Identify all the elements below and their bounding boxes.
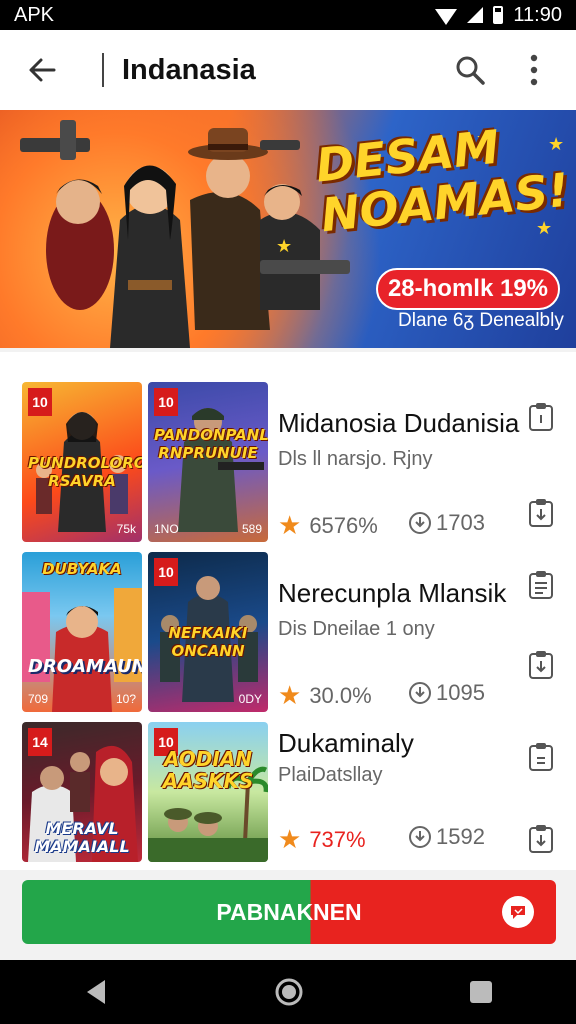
promo-banner[interactable]: ★ ★ ★ ★ DESAM NOAMAS! 28-homlk 19% Dlane… <box>0 110 576 348</box>
download-file-icon[interactable] <box>528 824 554 854</box>
primary-action-label: PABNAKNEN <box>216 898 362 925</box>
thumbnail-foot: 75k <box>116 522 136 536</box>
thumbnail-caption: MERAVL MAMAIALL <box>34 819 130 856</box>
rating-value: 737% <box>309 826 366 852</box>
thumbnail-caption: PANDONPANL RNPRUNUIE <box>154 426 268 462</box>
status-app-label: APK <box>14 3 55 26</box>
star-icon: ★ <box>278 824 302 854</box>
banner-characters-illustration <box>20 120 350 348</box>
banner-offer-pill[interactable]: 28-homlk 19% <box>376 268 560 310</box>
download-file-icon[interactable] <box>528 498 554 528</box>
item-count: 1703 <box>408 510 485 536</box>
download-count-icon <box>409 682 431 704</box>
item-title[interactable]: Nerecunpla Mlansik <box>278 578 506 609</box>
thumbnail-foot: 10? <box>115 692 136 706</box>
rating-badge: 10 <box>154 558 178 586</box>
info-clipboard-icon[interactable] <box>528 402 554 432</box>
thumbnail-foot: 709 <box>28 692 49 706</box>
count-value: 1592 <box>436 824 485 849</box>
item-rating: ★ 30.0% <box>278 680 372 711</box>
rating-badge: 14 <box>28 728 52 756</box>
item-subtitle: Dls ll narsjo. Rjny <box>278 448 433 470</box>
list-document-icon[interactable] <box>528 570 554 600</box>
battery-icon <box>493 6 504 24</box>
item-rating: ★ 6576% <box>278 510 378 541</box>
thumbnail-caption: AODIAN AASKKS <box>162 747 254 793</box>
game-thumbnail[interactable]: 10 PUNDROLORO RSAVRA 75k <box>22 382 142 542</box>
game-thumbnail[interactable]: 10 AODIAN AASKKS <box>148 722 268 862</box>
list-item[interactable]: DUBYAKA DROAMAUN 709 10? 10 NEFKAIKI ONCA… <box>0 552 576 716</box>
signal-icon <box>467 7 484 23</box>
star-icon: ★ <box>278 680 302 710</box>
back-button[interactable] <box>22 50 62 90</box>
item-title[interactable]: Midanosia Dudanisia <box>278 408 519 439</box>
game-thumbnail[interactable]: 14 MERAVL MAMAIALL <box>22 722 142 862</box>
count-value: 1095 <box>436 680 485 705</box>
chat-button[interactable] <box>502 896 534 928</box>
download-count-icon <box>409 826 431 848</box>
game-thumbnail[interactable]: DUBYAKA DROAMAUN 709 10? <box>22 552 142 712</box>
download-file-icon[interactable] <box>528 650 554 680</box>
list-item[interactable]: 10 PUNDROLORO RSAVRA 75k 10 PANDONPANL R… <box>0 382 576 546</box>
arrow-left-icon <box>29 58 56 82</box>
item-count: 1095 <box>408 680 485 706</box>
system-nav-bar <box>0 960 576 1024</box>
more-options-button[interactable] <box>514 50 554 90</box>
nav-recents-icon[interactable] <box>469 980 493 1004</box>
status-bar: APK 11:90 <box>0 0 576 30</box>
app-bar: Indanasia <box>0 30 576 110</box>
rating-badge: 10 <box>154 388 178 416</box>
status-time: 11:90 <box>513 3 562 26</box>
nav-home-icon[interactable] <box>274 977 304 1007</box>
more-vertical-icon <box>530 54 538 86</box>
search-icon <box>456 56 485 85</box>
title-divider <box>102 53 104 87</box>
item-count: 1592 <box>408 824 485 850</box>
rating-badge: 10 <box>28 388 52 416</box>
sparkle-icon: ★ <box>536 218 553 238</box>
count-value: 1703 <box>436 510 485 535</box>
rating-value: 30.0% <box>309 682 372 708</box>
item-rating: ★ 737% <box>278 824 366 855</box>
page-title: Indanasia <box>122 53 256 86</box>
thumbnail-caption: NEFKAIKI ONCANN <box>168 624 248 660</box>
item-subtitle: PlaiDatsllay <box>278 764 383 786</box>
list-item[interactable]: 14 MERAVL MAMAIALL 10 AODIAN AASKKS Duka… <box>0 722 576 886</box>
search-button[interactable] <box>450 50 490 90</box>
rating-value: 6576% <box>309 512 378 538</box>
thumbnail-caption: DROAMAUN <box>28 656 142 677</box>
nav-back-icon[interactable] <box>83 978 109 1006</box>
chat-bubble-icon <box>511 906 525 919</box>
banner-headline: DESAM NOAMAS! <box>313 116 571 243</box>
download-count-icon <box>409 512 431 534</box>
thumbnail-foot: 1NO <box>154 522 179 536</box>
thumbnail-foot: 589 <box>241 522 262 536</box>
primary-action-button[interactable]: PABNAKNEN <box>22 880 556 944</box>
item-subtitle: Dis Dneilae 1 ony <box>278 618 435 640</box>
banner-subtext: Dlane 6ᵹ Denealbly <box>398 310 564 331</box>
item-title[interactable]: Dukaminaly <box>278 728 414 759</box>
game-thumbnail[interactable]: 10 PANDONPANL RNPRUNUIE 1NO 589 <box>148 382 268 542</box>
game-list: 10 PUNDROLORO RSAVRA 75k 10 PANDONPANL R… <box>0 352 576 870</box>
info-clipboard-icon[interactable] <box>528 742 554 772</box>
sparkle-icon: ★ <box>276 236 293 256</box>
thumbnail-top-caption: DUBYAKA <box>42 560 122 578</box>
wifi-icon <box>435 8 458 25</box>
thumbnail-foot: 0DY <box>238 692 262 706</box>
thumbnail-caption: PUNDROLORO RSAVRA <box>28 454 142 490</box>
game-thumbnail[interactable]: 10 NEFKAIKI ONCANN 0DY <box>148 552 268 712</box>
star-icon: ★ <box>278 510 302 540</box>
